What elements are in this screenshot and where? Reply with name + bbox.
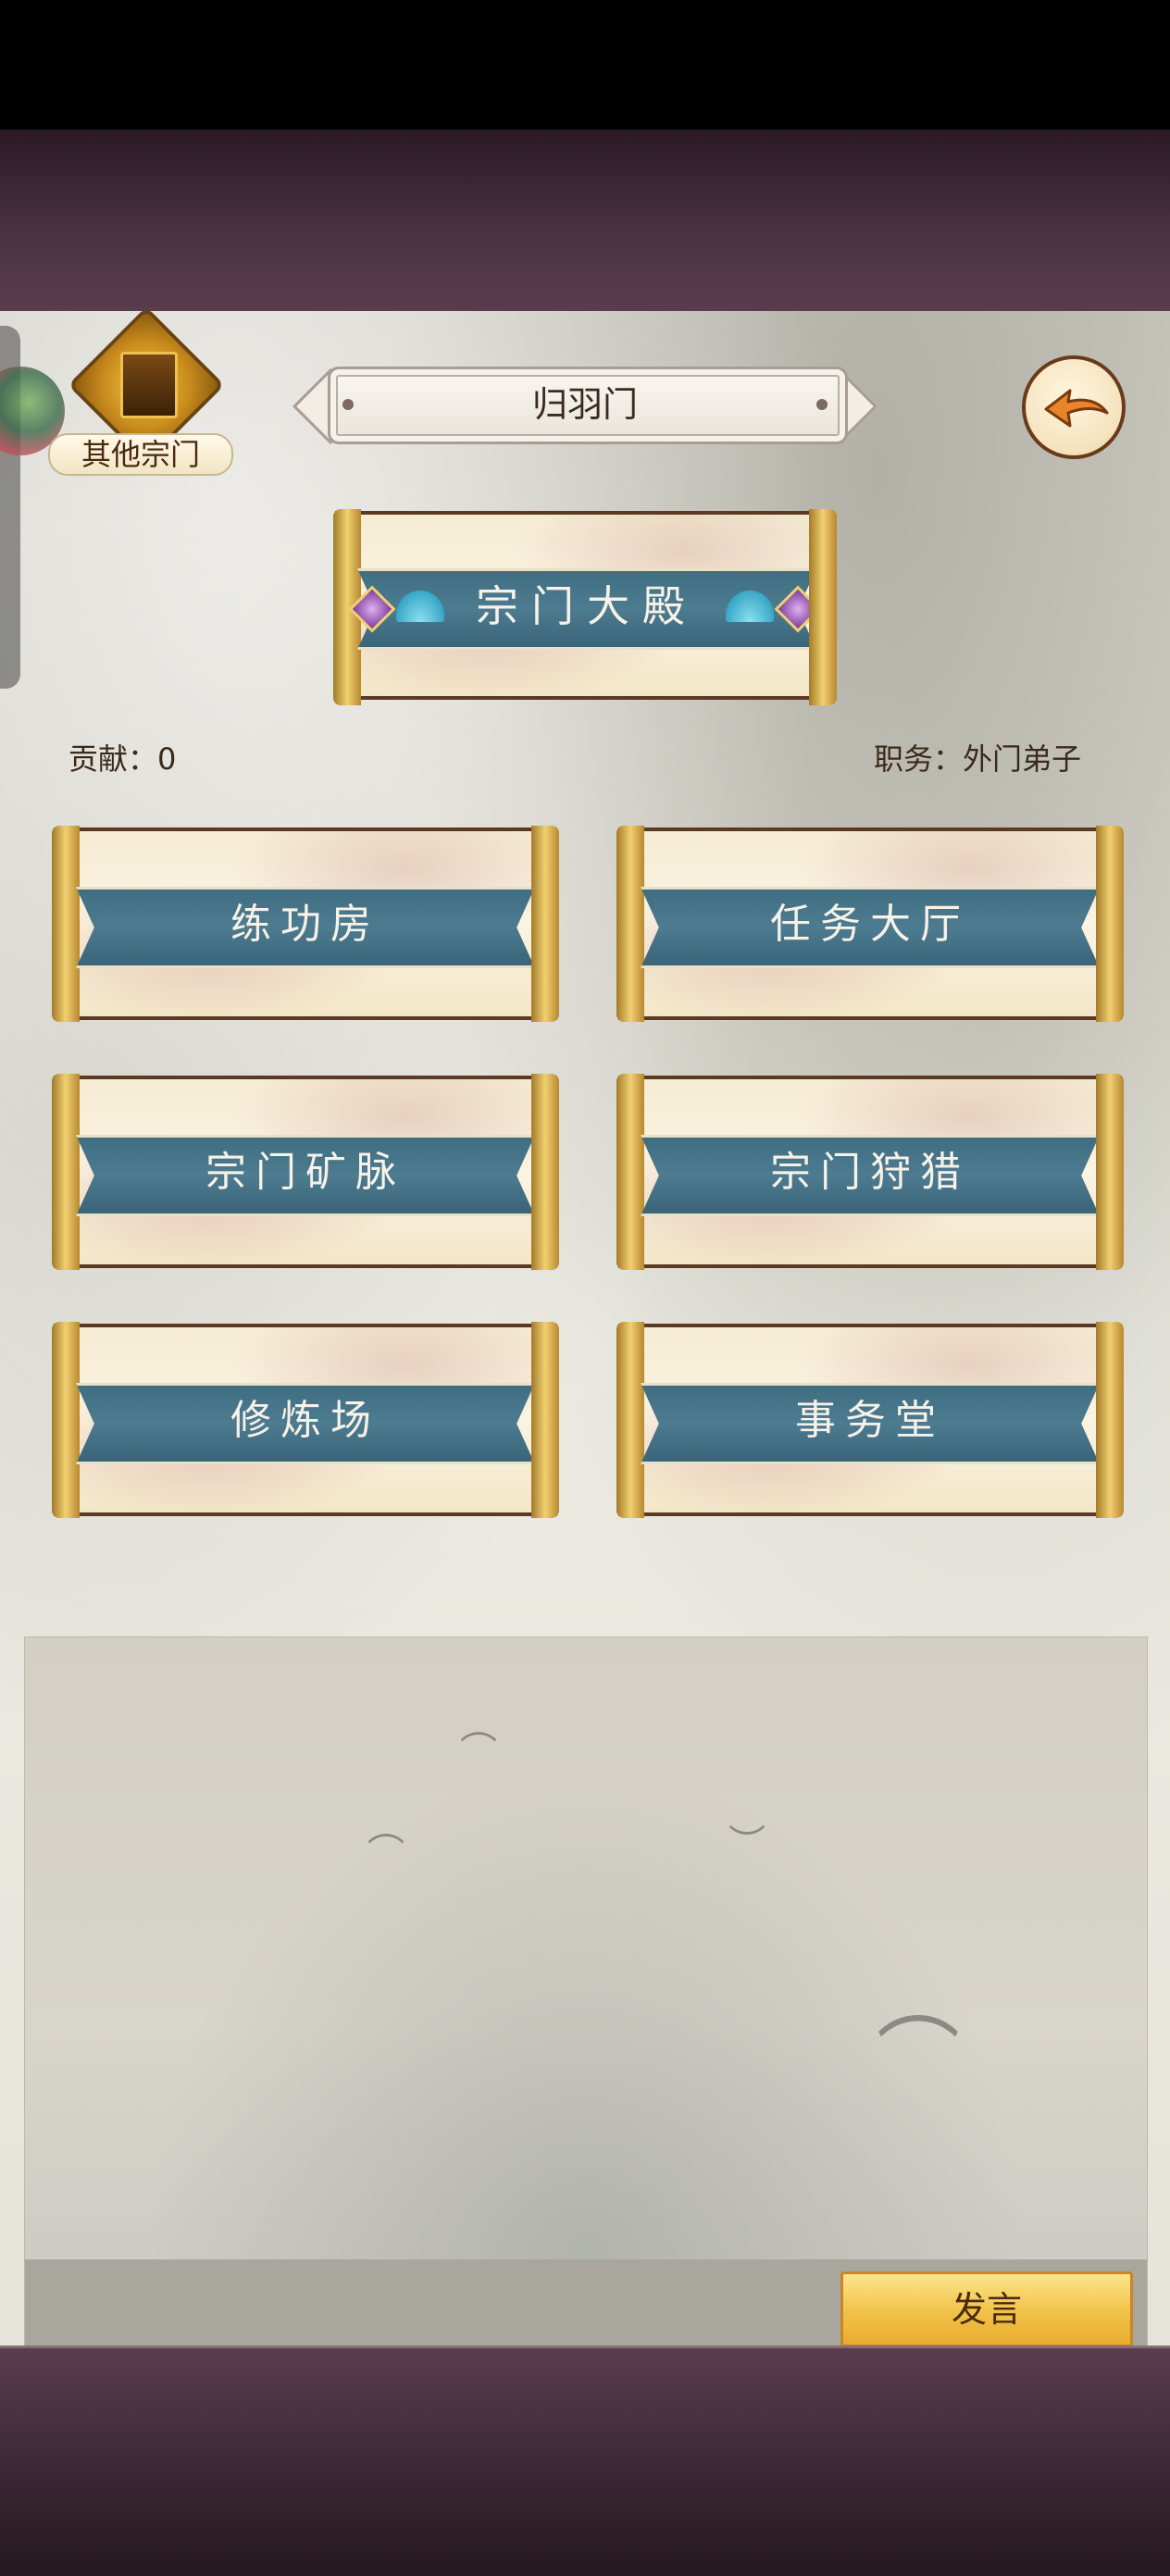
send-message-button[interactable]: 发言 — [840, 2271, 1133, 2347]
sect-hall-label: 宗门大殿 — [476, 581, 698, 631]
building-label: 宗门矿脉 — [205, 1149, 405, 1196]
position-text: 职务：外门弟子 — [874, 741, 1082, 777]
affairs-hall-button[interactable]: 事务堂 — [616, 1322, 1124, 1518]
other-sects-button[interactable]: 其他宗门 — [48, 306, 233, 478]
back-arrow-icon — [1044, 389, 1109, 428]
building-label: 任务大厅 — [770, 901, 970, 948]
crane-icon: ⌒ — [877, 2009, 960, 2106]
training-ground-button[interactable]: 修炼场 — [52, 1322, 559, 1518]
task-hall-button[interactable]: 任务大厅 — [616, 826, 1124, 1022]
building-label: 事务堂 — [795, 1397, 945, 1444]
crane-icon: ⌒ — [460, 1730, 497, 1773]
building-label: 宗门狩猎 — [770, 1149, 970, 1196]
other-sects-label: 其他宗门 — [48, 433, 233, 476]
crane-icon: ⌒ — [367, 1832, 405, 1874]
top-frame-band — [0, 130, 1170, 314]
sect-title-bar: 归羽门 — [291, 367, 879, 445]
page-title: 归羽门 — [531, 384, 638, 425]
sect-mine-button[interactable]: 宗门矿脉 — [52, 1074, 559, 1270]
sect-hunt-button[interactable]: 宗门狩猎 — [616, 1074, 1124, 1270]
sect-chat-panel[interactable]: ⌒ ⌒ ︶ ⌒ — [24, 1636, 1148, 2353]
building-label: 修炼场 — [230, 1397, 380, 1444]
practice-room-button[interactable]: 练功房 — [52, 826, 559, 1022]
sect-hall-banner[interactable]: 宗门大殿 — [333, 509, 837, 705]
back-button[interactable] — [1022, 355, 1126, 459]
building-label: 练功房 — [230, 901, 380, 948]
bottom-frame-band — [0, 2346, 1170, 2576]
crane-icon: ︶ — [728, 1823, 765, 1865]
gate-icon — [120, 352, 178, 418]
status-bar — [0, 0, 1170, 130]
contribution-text: 贡献：0 — [68, 741, 177, 777]
